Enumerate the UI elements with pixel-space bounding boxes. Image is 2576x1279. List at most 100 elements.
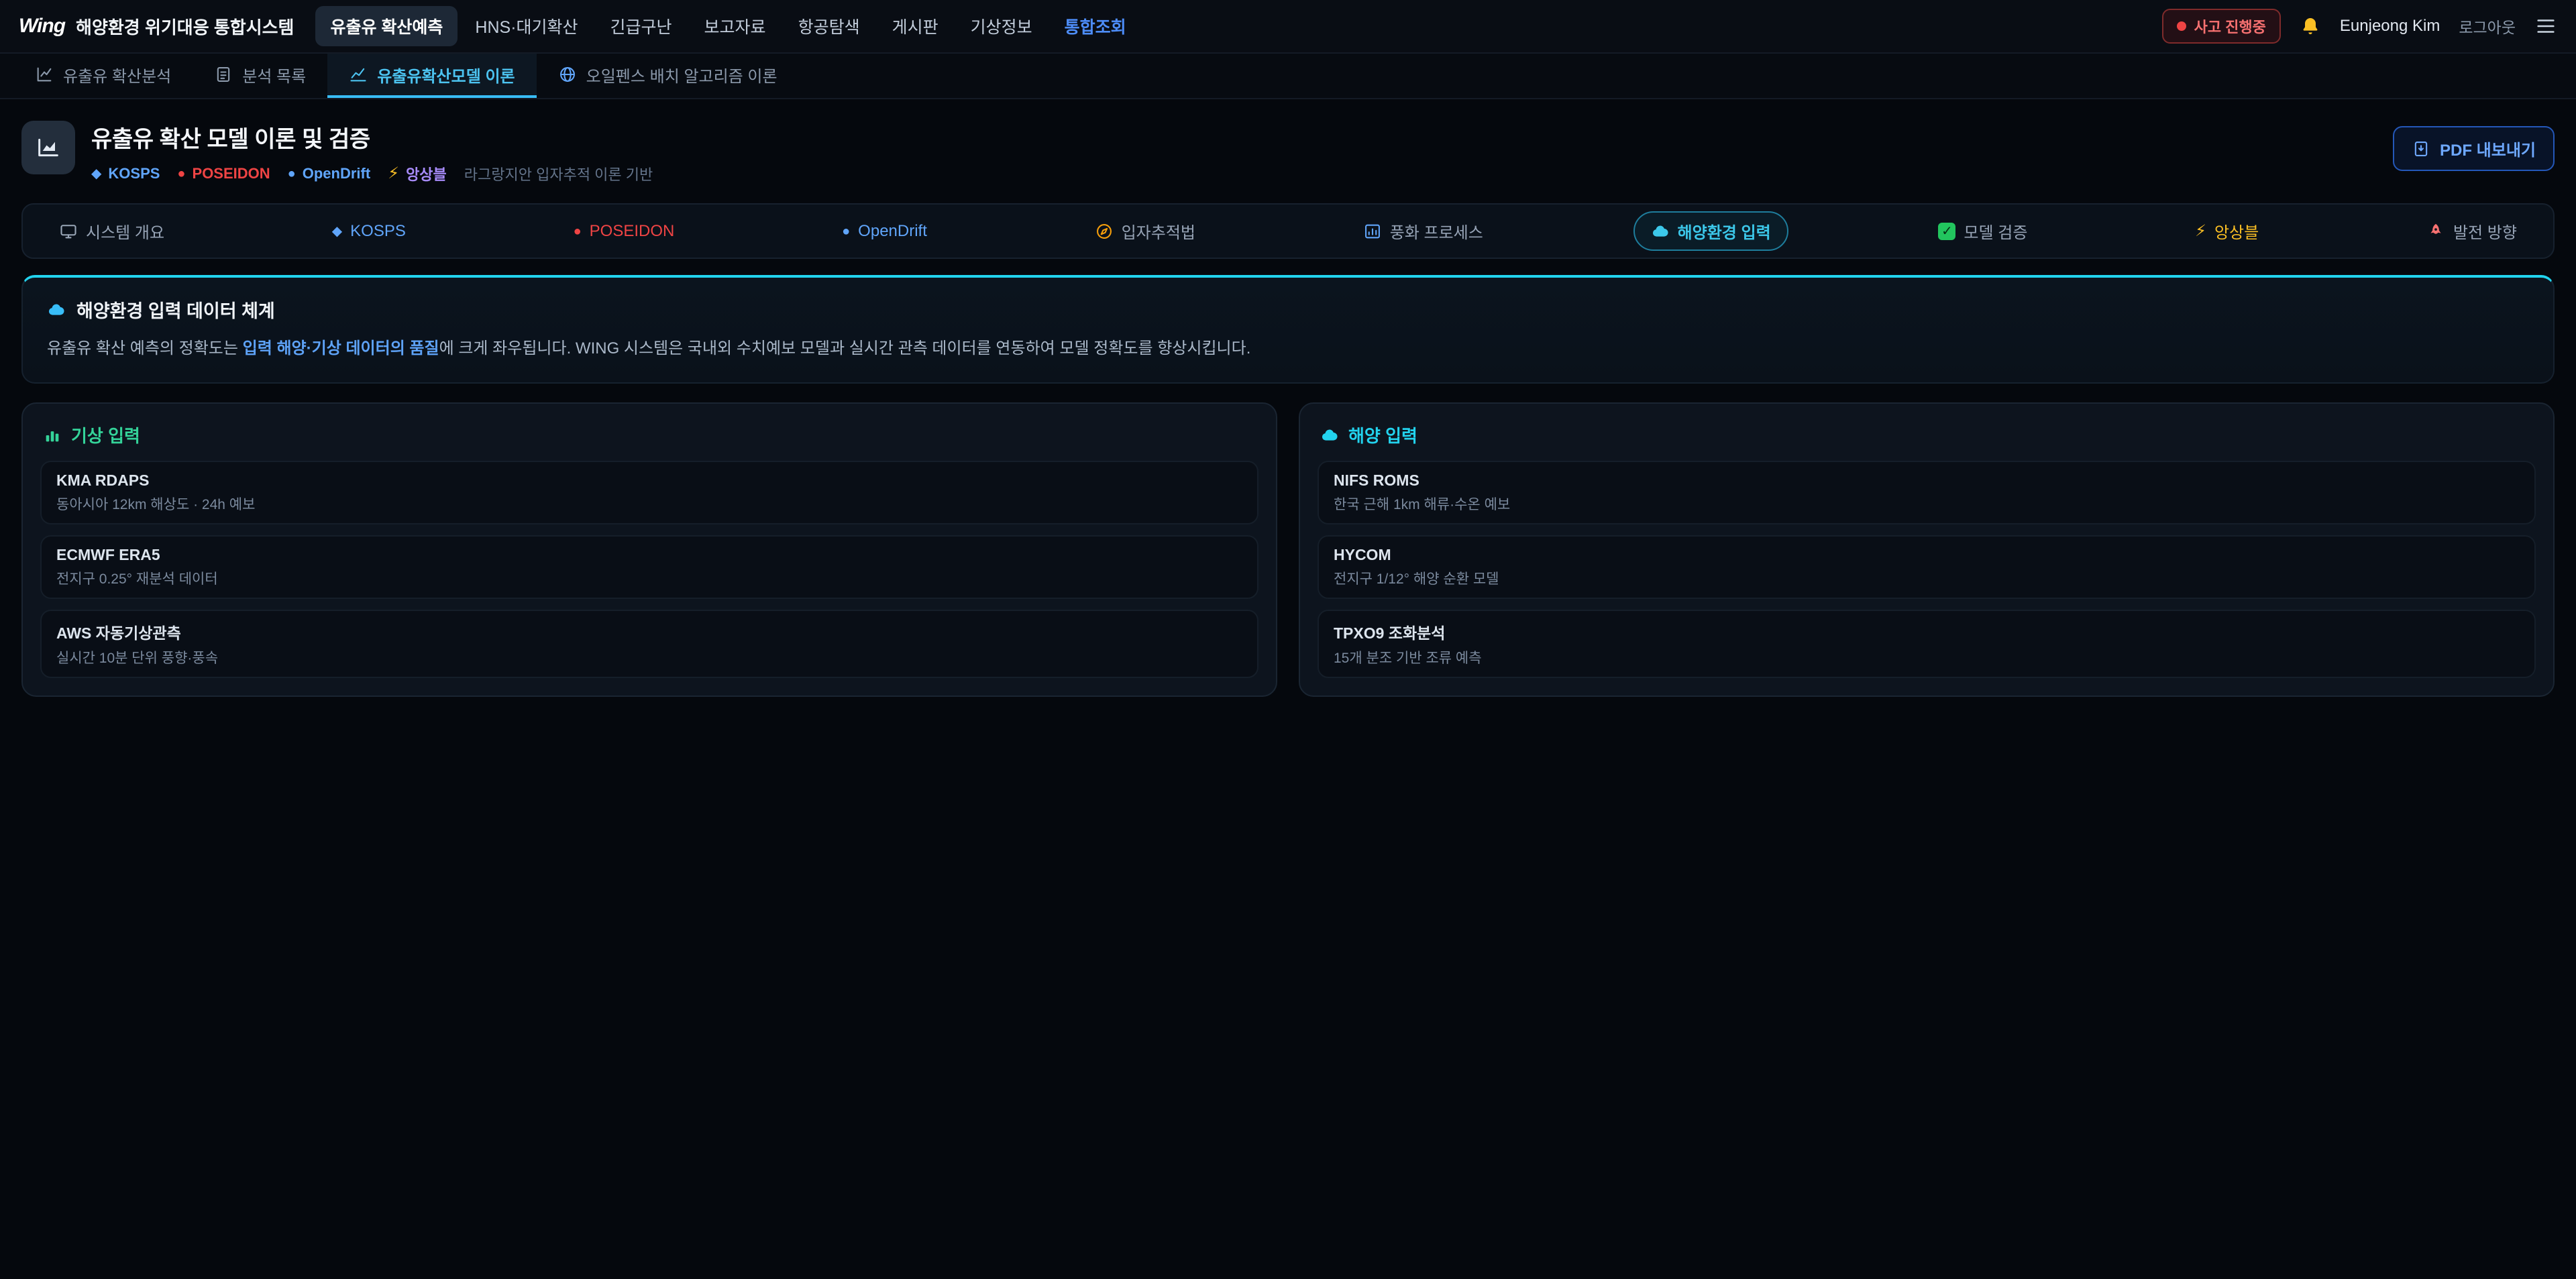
item-name: NIFS ROMS [1334,471,2520,490]
top-navbar: Wing 해양환경 위기대응 통합시스템 유출유 확산예측 HNS·대기확산 긴… [0,0,2576,54]
badge-opendrift: ● OpenDrift [288,165,371,182]
bar-window-icon [1363,222,1382,241]
tab-spill-analysis[interactable]: 유출유 확산분석 [13,54,193,98]
pdf-export-label: PDF 내보내기 [2440,137,2536,160]
pdf-export-button[interactable]: PDF 내보내기 [2393,126,2555,171]
item-name: TPXO9 조화분석 [1334,620,2520,643]
tab-label: 유출유 확산분석 [63,63,171,87]
section-item-model-validation[interactable]: ✓ 모델 검증 [1921,211,2045,251]
list-item: KMA RDAPS 동아시아 12km 해상도 · 24h 예보 [40,461,1258,524]
item-name: HYCOM [1334,546,2520,564]
nav-item-hns-dispersion[interactable]: HNS·대기확산 [460,6,592,46]
incident-status-badge[interactable]: 사고 진행중 [2162,9,2281,44]
section-item-label: KOSPS [350,222,406,241]
line-chart-icon [349,65,368,84]
page-badges: ◆ KOSPS ● POSEIDON ● OpenDrift ⚡ 앙상블 라그랑… [91,163,653,184]
download-doc-icon [2412,140,2430,158]
menu-icon[interactable] [2534,15,2557,38]
item-name: KMA RDAPS [56,471,1242,490]
cloud-icon [1320,426,1339,445]
section-item-label: 시스템 개요 [86,219,164,243]
nav-item-aerial-search[interactable]: 항공탐색 [784,6,875,46]
badge-ensemble: ⚡ 앙상블 [388,163,447,184]
panel-title-row: 해양환경 입력 데이터 체계 [47,296,2529,323]
document-list-icon [214,65,233,84]
section-item-weathering-process[interactable]: 풍화 프로세스 [1346,211,1501,251]
check-icon: ✓ [1938,223,1955,240]
item-name: ECMWF ERA5 [56,546,1242,564]
badge-label: POSEIDON [193,165,270,182]
badge-label: KOSPS [108,165,160,182]
tab-analysis-list[interactable]: 분석 목록 [193,54,327,98]
section-item-label: 해양환경 입력 [1678,219,1771,243]
bolt-icon: ⚡ [2195,223,2206,239]
list-item: HYCOM 전지구 1/12° 해양 순환 모델 [1318,535,2536,599]
section-item-system-overview[interactable]: 시스템 개요 [42,211,182,251]
diamond-icon: ◆ [91,167,101,180]
page-header: 유출유 확산 모델 이론 및 검증 ◆ KOSPS ● POSEIDON ● O… [0,99,2576,195]
area-chart-icon [35,134,62,161]
section-item-label: POSEIDON [590,222,675,241]
list-item: NIFS ROMS 한국 근해 1km 해류·수온 예보 [1318,461,2536,524]
page-title: 유출유 확산 모델 이론 및 검증 [91,121,653,154]
tab-bar: 유출유 확산분석 분석 목록 유출유확산모델 이론 오일펜스 배치 알고리즘 이… [0,54,2576,99]
section-item-label: OpenDrift [858,222,927,241]
wing-logo: Wing [19,15,65,38]
item-desc: 실시간 10분 단위 풍향·풍속 [56,647,1242,667]
page-subtitle: 라그랑지안 입자추적 이론 기반 [464,163,653,184]
notification-bell-icon[interactable] [2300,15,2321,37]
tab-label: 오일펜스 배치 알고리즘 이론 [586,63,777,87]
logout-button[interactable]: 로그아웃 [2459,15,2516,38]
weather-input-card: 기상 입력 KMA RDAPS 동아시아 12km 해상도 · 24h 예보 E… [21,402,1277,697]
item-desc: 15개 분조 기반 조류 예측 [1334,647,2520,667]
status-dot-icon [2177,21,2186,31]
nav-item-integrated-search[interactable]: 통합조회 [1050,6,1141,46]
item-desc: 전지구 1/12° 해양 순환 모델 [1334,568,2520,588]
cloud-icon [1651,222,1670,241]
tab-boom-algorithm[interactable]: 오일펜스 배치 알고리즘 이론 [537,54,799,98]
card-title: 기상 입력 [71,423,140,447]
badge-label: OpenDrift [303,165,370,182]
brand[interactable]: Wing 해양환경 위기대응 통합시스템 [19,14,294,39]
ocean-card-title-row: 해양 입력 [1320,423,2533,447]
section-nav: 시스템 개요 ◆ KOSPS ● POSEIDON ● OpenDrift 입자… [21,203,2555,259]
nav-item-spill-prediction[interactable]: 유출유 확산예측 [315,6,458,46]
tab-label: 분석 목록 [242,63,306,87]
main-nav: 유출유 확산예측 HNS·대기확산 긴급구난 보고자료 항공탐색 게시판 기상정… [315,6,1140,46]
page-icon [21,121,75,174]
section-item-poseidon[interactable]: ● POSEIDON [556,214,692,249]
incident-status-label: 사고 진행중 [2194,15,2266,37]
user-name: Eunjeong Kim [2340,17,2440,36]
circle-icon: ● [842,225,850,238]
list-item: ECMWF ERA5 전지구 0.25° 재분석 데이터 [40,535,1258,599]
badge-label: 앙상블 [406,163,447,184]
section-item-ensemble[interactable]: ⚡ 앙상블 [2178,211,2276,251]
nav-item-emergency-rescue[interactable]: 긴급구난 [596,6,687,46]
section-item-label: 모델 검증 [1964,219,2027,243]
section-item-particle-tracking[interactable]: 입자추적법 [1077,211,1213,251]
badge-kosps: ◆ KOSPS [91,165,160,182]
panel-intro-text: 유출유 확산 예측의 정확도는 입력 해양·기상 데이터의 품질에 크게 좌우됩… [47,336,2529,361]
input-data-cards: 기상 입력 KMA RDAPS 동아시아 12km 해상도 · 24h 예보 E… [21,402,2555,697]
marine-input-panel: 해양환경 입력 데이터 체계 유출유 확산 예측의 정확도는 입력 해양·기상 … [21,275,2555,384]
section-item-roadmap[interactable]: 발전 방향 [2409,211,2534,251]
nav-item-reports[interactable]: 보고자료 [690,6,781,46]
chart-analysis-icon [35,65,54,84]
bolt-icon: ⚡ [388,166,399,182]
monitor-icon [59,222,78,241]
section-item-marine-input[interactable]: 해양환경 입력 [1633,211,1788,251]
section-item-opendrift[interactable]: ● OpenDrift [824,214,945,249]
intro-highlight: 입력 해양·기상 데이터의 품질 [243,339,439,357]
tab-label: 유출유확산모델 이론 [377,63,515,87]
nav-item-weather-info[interactable]: 기상정보 [956,6,1047,46]
tab-model-theory[interactable]: 유출유확산모델 이론 [327,54,536,98]
section-item-kosps[interactable]: ◆ KOSPS [315,214,423,249]
list-item: TPXO9 조화분석 15개 분조 기반 조류 예측 [1318,610,2536,678]
app-root: Wing 해양환경 위기대응 통합시스템 유출유 확산예측 HNS·대기확산 긴… [0,0,2576,1278]
page-header-text: 유출유 확산 모델 이론 및 검증 ◆ KOSPS ● POSEIDON ● O… [91,121,653,184]
item-name: AWS 자동기상관측 [56,620,1242,643]
nav-item-board[interactable]: 게시판 [877,6,953,46]
intro-post: 에 크게 좌우됩니다. WING 시스템은 국내외 수치예보 모델과 실시간 관… [439,339,1251,357]
cloud-icon [47,300,66,319]
app-title: 해양환경 위기대응 통합시스템 [76,14,294,39]
